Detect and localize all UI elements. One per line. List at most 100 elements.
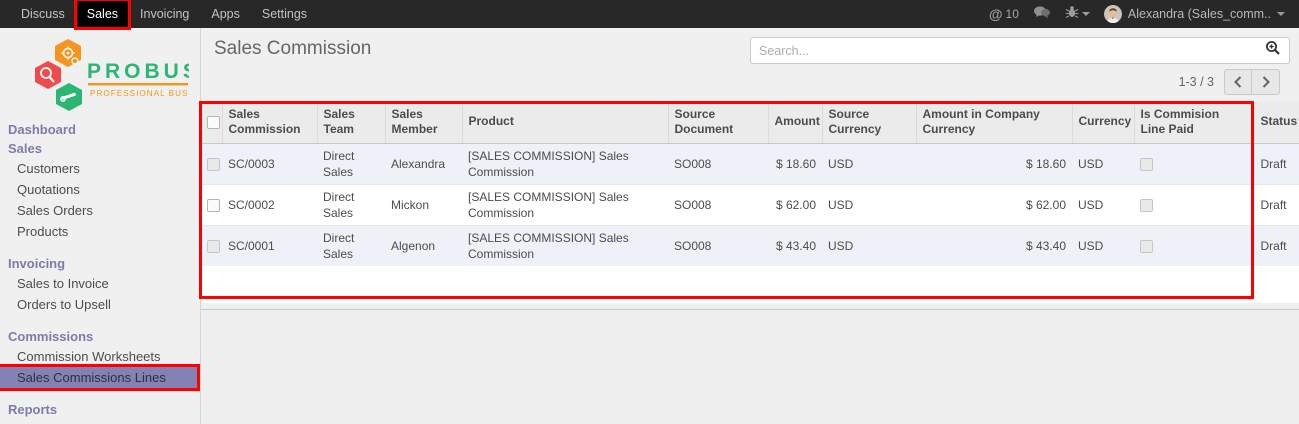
search-input[interactable] <box>759 44 1265 58</box>
col-header-status[interactable]: Status <box>1252 101 1299 143</box>
sidebar-item-quotations[interactable]: Quotations <box>0 179 200 200</box>
sidebar-item-sales-orders[interactable]: Sales Orders <box>0 200 200 221</box>
page-title: Sales Commission <box>214 38 371 60</box>
col-header-source-currency[interactable]: Source Currency <box>822 101 916 143</box>
sidebar-item-sales-commissions-lines[interactable]: Sales Commissions Lines <box>0 367 197 388</box>
is-paid-checkbox <box>1140 199 1153 212</box>
content-footer-area <box>201 309 1299 424</box>
cell-source-currency: USD <box>822 225 916 266</box>
row-checkbox[interactable] <box>207 158 220 171</box>
chat-bubbles-icon <box>1033 5 1051 24</box>
cell-sales-member: Mickon <box>385 184 462 225</box>
nav-item-invoicing[interactable]: Invoicing <box>129 0 200 28</box>
sidebar-item-reports-sales[interactable]: Sales <box>0 419 200 424</box>
sidebar-section-sales[interactable]: Sales <box>0 139 200 158</box>
col-header-source-document[interactable]: Source Document <box>668 101 768 143</box>
messages-menu[interactable] <box>1033 5 1051 24</box>
cell-status: Draft <box>1252 184 1299 225</box>
col-header-sales-member[interactable]: Sales Member <box>385 101 462 143</box>
col-header-is-commission-line-paid[interactable]: Is Commision Line Paid <box>1134 101 1252 143</box>
sidebar-item-customers[interactable]: Customers <box>0 158 200 179</box>
control-panel: Sales Commission 1-3 / 3 <box>201 28 1299 101</box>
cell-source-document: SO008 <box>668 225 768 266</box>
sidebar: PROBUSE PROFESSIONAL BUSINESS Dashboard … <box>0 28 201 424</box>
cell-source-document: SO008 <box>668 143 768 184</box>
sidebar-item-dashboard[interactable]: Dashboard <box>0 120 200 139</box>
cell-sales-member: Alexandra <box>385 143 462 184</box>
cell-sales-commission: SC/0002 <box>222 184 317 225</box>
table-row[interactable]: SC/0002 Direct Sales Mickon [SALES COMMI… <box>201 184 1299 225</box>
nav-item-discuss[interactable]: Discuss <box>10 0 76 28</box>
row-checkbox[interactable] <box>207 240 220 253</box>
sidebar-section-reports[interactable]: Reports <box>0 400 200 419</box>
col-header-currency[interactable]: Currency <box>1072 101 1134 143</box>
app-menu: Discuss Sales Invoicing Apps Settings <box>10 0 318 28</box>
pager-range-label: 1-3 / 3 <box>1179 75 1214 89</box>
cell-source-document: SO008 <box>668 184 768 225</box>
nav-item-apps[interactable]: Apps <box>200 0 251 28</box>
cell-status: Draft <box>1252 225 1299 266</box>
pager-previous-button[interactable] <box>1224 69 1252 95</box>
sidebar-section-invoicing[interactable]: Invoicing <box>0 254 200 273</box>
col-header-sales-team[interactable]: Sales Team <box>317 101 385 143</box>
table-row[interactable]: SC/0003 Direct Sales Alexandra [SALES CO… <box>201 143 1299 184</box>
row-checkbox[interactable] <box>207 199 220 212</box>
cell-sales-team: Direct Sales <box>317 225 385 266</box>
cell-is-paid <box>1134 225 1252 266</box>
cell-amount-company: $ 18.60 <box>916 143 1072 184</box>
sidebar-item-orders-to-upsell[interactable]: Orders to Upsell <box>0 294 200 315</box>
cell-source-currency: USD <box>822 184 916 225</box>
search-bar <box>750 37 1290 64</box>
col-header-amount-company-currency[interactable]: Amount in Company Currency <box>916 101 1072 143</box>
sidebar-item-sales-to-invoice[interactable]: Sales to Invoice <box>0 273 200 294</box>
user-menu[interactable]: Alexandra (Sales_comm.. <box>1104 5 1289 23</box>
user-name-label: Alexandra (Sales_comm.. <box>1128 7 1271 21</box>
avatar <box>1104 5 1122 23</box>
cell-currency: USD <box>1072 143 1134 184</box>
table-row[interactable]: SC/0001 Direct Sales Algenon [SALES COMM… <box>201 225 1299 266</box>
cell-is-paid <box>1134 184 1252 225</box>
debug-menu[interactable] <box>1065 5 1090 24</box>
activities-menu[interactable]: @ 10 <box>989 6 1019 22</box>
is-paid-checkbox <box>1140 240 1153 253</box>
sidebar-item-commission-worksheets[interactable]: Commission Worksheets <box>0 346 200 367</box>
nav-item-sales[interactable]: Sales <box>76 0 129 28</box>
chevron-down-icon <box>1277 12 1285 16</box>
cell-product: [SALES COMMISSION] Sales Commission <box>462 143 668 184</box>
sidebar-section-commissions[interactable]: Commissions <box>0 327 200 346</box>
main-content: Sales Commission 1-3 / 3 <box>201 28 1299 424</box>
top-navbar: Discuss Sales Invoicing Apps Settings @ … <box>0 0 1299 28</box>
logo-title: PROBUSE <box>87 60 189 83</box>
pager-next-button[interactable] <box>1252 69 1280 95</box>
is-paid-checkbox <box>1140 158 1153 171</box>
cell-source-currency: USD <box>822 143 916 184</box>
logo-tagline: PROFESSIONAL BUSINESS <box>90 89 189 98</box>
chevron-left-icon <box>1234 76 1242 88</box>
cell-amount: $ 62.00 <box>768 184 822 225</box>
cell-sales-team: Direct Sales <box>317 143 385 184</box>
cell-product: [SALES COMMISSION] Sales Commission <box>462 225 668 266</box>
bug-icon <box>1065 5 1079 24</box>
chevron-right-icon <box>1262 76 1270 88</box>
cell-is-paid <box>1134 143 1252 184</box>
col-header-amount[interactable]: Amount <box>768 101 822 143</box>
company-logo[interactable]: PROBUSE PROFESSIONAL BUSINESS <box>0 28 200 116</box>
nav-item-settings[interactable]: Settings <box>251 0 318 28</box>
activity-count-badge: 10 <box>1006 7 1019 21</box>
cell-sales-team: Direct Sales <box>317 184 385 225</box>
cell-amount-company: $ 62.00 <box>916 184 1072 225</box>
table-header-row: Sales Commission Sales Team Sales Member… <box>201 101 1299 143</box>
cell-amount: $ 43.40 <box>768 225 822 266</box>
cell-sales-commission: SC/0003 <box>222 143 317 184</box>
select-all-checkbox[interactable] <box>207 116 220 129</box>
search-icon[interactable] <box>1265 40 1281 61</box>
select-all-cell <box>201 101 222 143</box>
commission-table: Sales Commission Sales Team Sales Member… <box>201 101 1299 266</box>
chevron-down-icon <box>1082 12 1090 16</box>
cell-product: [SALES COMMISSION] Sales Commission <box>462 184 668 225</box>
cell-sales-commission: SC/0001 <box>222 225 317 266</box>
col-header-product[interactable]: Product <box>462 101 668 143</box>
sidebar-menu: Dashboard Sales Customers Quotations Sal… <box>0 116 200 424</box>
col-header-sales-commission[interactable]: Sales Commission <box>222 101 317 143</box>
sidebar-item-products[interactable]: Products <box>0 221 200 242</box>
